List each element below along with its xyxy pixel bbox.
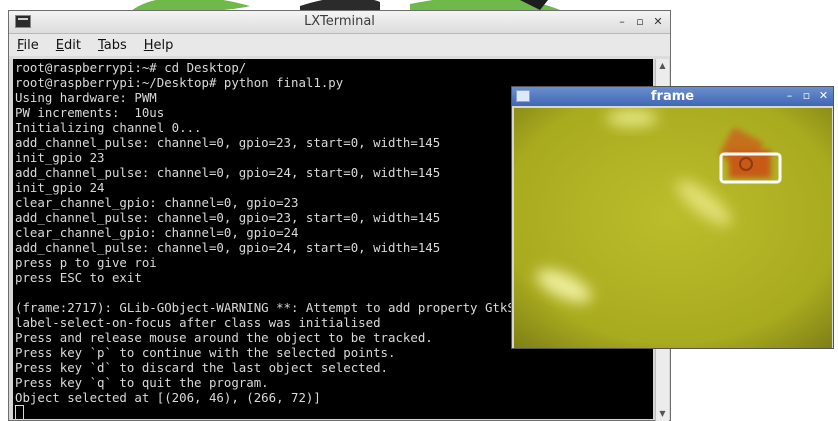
terminal-line: Initializing channel 0...: [15, 120, 202, 135]
terminal-line: add_channel_pulse: channel=0, gpio=24, s…: [15, 240, 441, 255]
frame-titlebar[interactable]: frame – ▫ ✕: [512, 87, 833, 106]
frame-minimize-button[interactable]: –: [784, 88, 795, 104]
menu-file[interactable]: File: [15, 38, 41, 53]
terminal-line: clear_channel_gpio: channel=0, gpio=24: [15, 225, 299, 240]
frame-window[interactable]: frame – ▫ ✕: [511, 86, 834, 349]
terminal-line: Object selected at [(206, 46), (266, 72)…: [15, 390, 321, 405]
terminal-line: Press key `p` to continue with the selec…: [15, 345, 396, 360]
frame-maximize-button[interactable]: ▫: [801, 88, 812, 104]
scroll-down-arrow-icon[interactable]: ▼: [656, 407, 669, 421]
scroll-up-arrow-icon[interactable]: ▲: [656, 59, 669, 73]
terminal-line: press p to give roi: [15, 255, 157, 270]
frame-close-button[interactable]: ✕: [818, 88, 829, 104]
terminal-line: add_channel_pulse: channel=0, gpio=23, s…: [15, 210, 441, 225]
terminal-line: Press and release mouse around the objec…: [15, 330, 433, 345]
menu-tabs[interactable]: Tabs: [96, 38, 129, 53]
terminal-line: label-select-on-focus after class was in…: [15, 315, 381, 330]
terminal-line: Press key `d` to discard the last object…: [15, 360, 388, 375]
terminal-minimize-button[interactable]: –: [616, 14, 628, 30]
terminal-line: root@raspberrypi:~# cd Desktop/: [15, 60, 247, 75]
terminal-menubar: File Edit Tabs Help: [9, 34, 670, 56]
terminal-line: add_channel_pulse: channel=0, gpio=24, s…: [15, 165, 441, 180]
terminal-line: PW increments: 10us: [15, 105, 165, 120]
terminal-line: clear_channel_gpio: channel=0, gpio=23: [15, 195, 299, 210]
terminal-title: LXTerminal: [304, 14, 375, 29]
terminal-line: add_channel_pulse: channel=0, gpio=23, s…: [15, 135, 441, 150]
terminal-line: init_gpio 24: [15, 180, 105, 195]
menu-edit[interactable]: Edit: [54, 38, 83, 53]
terminal-maximize-button[interactable]: ▫: [634, 14, 646, 30]
terminal-cursor: [15, 405, 24, 419]
camera-video-frame[interactable]: [514, 108, 832, 348]
menu-help[interactable]: Help: [142, 38, 176, 53]
terminal-line: Press key `q` to quit the program.: [15, 375, 269, 390]
terminal-titlebar[interactable]: LXTerminal – ▫ ✕: [9, 11, 670, 34]
terminal-line: init_gpio 23: [15, 150, 105, 165]
camera-image: [514, 108, 832, 348]
terminal-line: press ESC to exit: [15, 270, 142, 285]
terminal-close-button[interactable]: ✕: [652, 14, 664, 30]
terminal-line: root@raspberrypi:~/Desktop# python final…: [15, 75, 344, 90]
terminal-line: Using hardware: PWM: [15, 90, 157, 105]
